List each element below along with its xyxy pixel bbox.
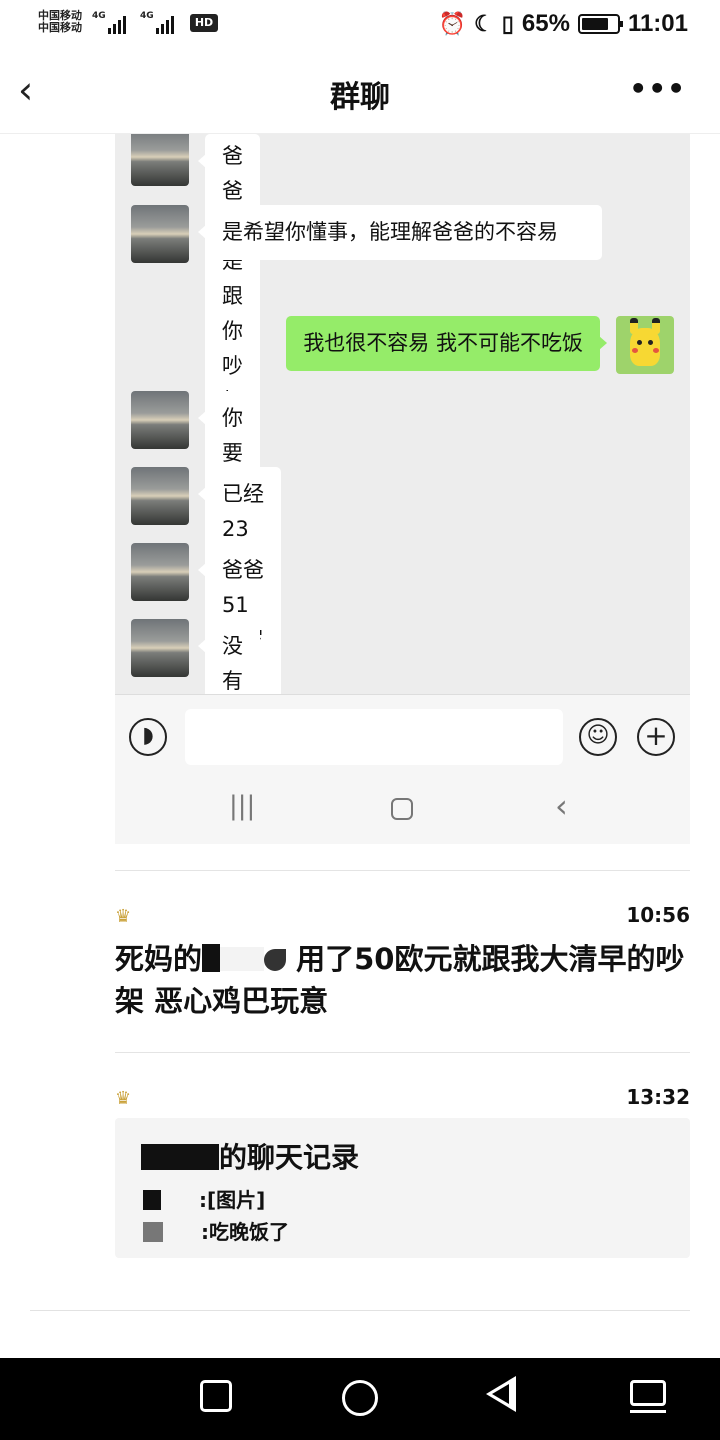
page-title: 群聊: [330, 80, 390, 115]
post-text: 死妈的 用了50欧元就跟我大清早的吵架 恶心鸡巴玩意: [115, 938, 695, 1022]
redacted-name: [143, 1190, 161, 1210]
avatar-pikachu: [616, 316, 674, 374]
avatar: [131, 134, 189, 186]
carrier-label: 中国移动 中国移动: [38, 10, 82, 34]
redacted-name: [143, 1222, 163, 1242]
battery-percent: 65%: [521, 10, 570, 37]
recent-apps-icon[interactable]: |||: [229, 791, 255, 821]
record-line-text: :[图片]: [199, 1188, 266, 1212]
record-line-text: :吃晚饭了: [201, 1220, 289, 1244]
post-text-part: 死妈的: [115, 942, 203, 976]
redacted-name: [202, 944, 221, 972]
alarm-icon: ⏰: [438, 11, 467, 36]
message-bubble: 爸爸不是跟你吵架: [198, 134, 260, 432]
status-bar: 中国移动 中国移动 4G 4G HD ⏰ ☾ ▯ 65% 11:01: [0, 0, 720, 50]
network-type-1: 4G: [92, 11, 106, 21]
chat-input-bar: ◗ ☺ + ||| ‹: [115, 694, 690, 844]
record-line: :吃晚饭了: [141, 1216, 289, 1245]
message-bubble-own: 我也很不容易 我不可能不吃饭: [286, 316, 607, 371]
record-title-text: 的聊天记录: [219, 1141, 360, 1174]
keyboard-icon-bar: [630, 1410, 666, 1413]
carrier-2: 中国移动: [38, 21, 82, 34]
signal-icon-2: [156, 14, 174, 34]
avatar: [131, 619, 189, 677]
chat-record-card[interactable]: 的聊天记录 :[图片] :吃晚饭了: [115, 1118, 690, 1258]
record-line: :[图片]: [141, 1184, 265, 1213]
emoji-icon[interactable]: ☺: [579, 718, 617, 756]
crown-icon: ♛: [115, 906, 132, 927]
message-bubble: 是希望你懂事，能理解爸爸的不容易: [198, 205, 602, 260]
avatar: [131, 205, 189, 263]
redacted-name: [141, 1144, 219, 1170]
post-time: 13:32: [626, 1085, 690, 1109]
avatar: [131, 543, 189, 601]
home-icon[interactable]: [391, 798, 413, 820]
message-input[interactable]: [185, 709, 563, 765]
network-type-2: 4G: [140, 11, 154, 21]
recent-apps-icon[interactable]: [200, 1380, 232, 1412]
post-time: 10:56: [626, 903, 690, 927]
avatar: [131, 391, 189, 449]
divider: [115, 870, 690, 871]
nav-bar: ‹ 群聊 •••: [0, 50, 720, 134]
embedded-chat-screenshot[interactable]: 爸爸不是跟你吵架 是希望你懂事，能理解爸爸的不容易 我也很不容易 我不可能不吃饭…: [115, 134, 690, 694]
signal-icon: [108, 14, 126, 34]
home-icon[interactable]: [342, 1380, 378, 1416]
more-dots-icon[interactable]: •••: [629, 72, 686, 105]
moon-icon: ☾: [474, 11, 494, 36]
hd-badge: HD: [190, 14, 218, 32]
message-bubble: 没有能力一直养你: [198, 619, 260, 694]
back-icon[interactable]: ‹: [555, 787, 568, 825]
plus-icon[interactable]: +: [637, 718, 675, 756]
battery-icon: [577, 14, 623, 34]
avatar: [131, 467, 189, 525]
crown-icon: ♛: [115, 1088, 132, 1109]
redacted-name: [264, 949, 287, 971]
divider: [115, 1052, 690, 1053]
clock: 11:01: [627, 10, 688, 37]
back-icon-inner: [492, 1384, 509, 1404]
voice-icon[interactable]: ◗: [129, 718, 167, 756]
vibrate-icon: ▯: [501, 11, 514, 36]
redacted-name: [220, 947, 265, 971]
record-title: 的聊天记录: [141, 1136, 359, 1176]
keyboard-icon[interactable]: [630, 1380, 666, 1406]
system-nav-bar: [0, 1358, 720, 1440]
divider: [30, 1310, 690, 1311]
status-right: ⏰ ☾ ▯ 65% 11:01: [439, 9, 688, 39]
